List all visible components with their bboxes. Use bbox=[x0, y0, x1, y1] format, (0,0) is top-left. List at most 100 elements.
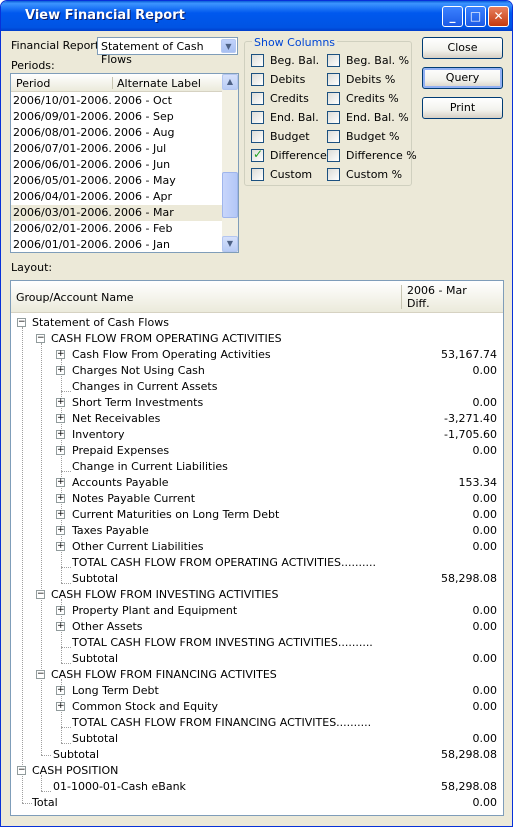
tree-row[interactable]: + Prepaid Expenses 0.00 bbox=[11, 443, 503, 459]
period-row[interactable]: 2006/04/01-2006... 2006 - Apr bbox=[11, 189, 223, 205]
expand-icon[interactable]: + bbox=[56, 446, 65, 455]
tree-row[interactable]: − CASH FLOW FROM FINANCING ACTIVITES bbox=[11, 667, 503, 683]
period-column-header[interactable]: Period bbox=[16, 77, 50, 90]
tree-row[interactable]: Total 0.00 bbox=[11, 795, 503, 811]
tree-row[interactable]: Subtotal 0.00 bbox=[11, 731, 503, 747]
tree-row[interactable]: 01-1000-01-Cash eBank 58,298.08 bbox=[11, 779, 503, 795]
minimize-icon[interactable]: _ bbox=[442, 6, 463, 27]
expand-icon[interactable]: + bbox=[56, 478, 65, 487]
periods-list[interactable]: Period Alternate Label 2006/10/01-2006..… bbox=[10, 73, 239, 253]
tree-row[interactable]: − CASH FLOW FROM OPERATING ACTIVITIES bbox=[11, 331, 503, 347]
collapse-icon[interactable]: − bbox=[36, 334, 45, 343]
expand-icon[interactable]: + bbox=[56, 526, 65, 535]
tree-row[interactable]: + Long Term Debt 0.00 bbox=[11, 683, 503, 699]
period-row[interactable]: 2006/07/01-2006... 2006 - Jul bbox=[11, 141, 223, 157]
expand-icon[interactable]: + bbox=[56, 542, 65, 551]
chevron-down-icon[interactable]: ▼ bbox=[221, 39, 236, 53]
tree-row[interactable]: TOTAL CASH FLOW FROM FINANCING ACTIVITES… bbox=[11, 715, 503, 731]
tree-row[interactable]: Subtotal 58,298.08 bbox=[11, 571, 503, 587]
expand-icon[interactable]: + bbox=[56, 622, 65, 631]
print-button[interactable]: Print bbox=[422, 97, 503, 119]
scroll-thumb[interactable] bbox=[222, 172, 238, 218]
period-row[interactable]: 2006/09/01-2006... 2006 - Sep bbox=[11, 109, 223, 125]
period-row[interactable]: 2006/06/01-2006... 2006 - Jun bbox=[11, 157, 223, 173]
period-row[interactable]: 2006/08/01-2006... 2006 - Aug bbox=[11, 125, 223, 141]
tree-row[interactable]: + Taxes Payable 0.00 bbox=[11, 523, 503, 539]
checkbox-box[interactable] bbox=[251, 73, 264, 86]
collapse-icon[interactable]: − bbox=[36, 590, 45, 599]
tree-row[interactable]: Change in Current Liabilities bbox=[11, 459, 503, 475]
layout-tree[interactable]: Group/Account Name 2006 - Mar Diff. − Sta… bbox=[10, 280, 504, 816]
tree-row[interactable]: Changes in Current Assets bbox=[11, 379, 503, 395]
tree-row[interactable]: + Common Stock and Equity 0.00 bbox=[11, 699, 503, 715]
checkbox-box[interactable] bbox=[251, 111, 264, 124]
period-row[interactable]: 2006/01/01-2006... 2006 - Jan bbox=[11, 237, 223, 252]
period-row[interactable]: 2006/05/01-2006... 2006 - May bbox=[11, 173, 223, 189]
checkbox-label: Debits % bbox=[346, 73, 396, 86]
expand-icon[interactable]: + bbox=[56, 494, 65, 503]
collapse-icon[interactable]: − bbox=[17, 766, 26, 775]
checkbox-label: Difference bbox=[270, 149, 327, 162]
tree-row[interactable]: Subtotal 58,298.08 bbox=[11, 747, 503, 763]
tree-row[interactable]: TOTAL CASH FLOW FROM OPERATING ACTIVITIE… bbox=[11, 555, 503, 571]
checkbox-box[interactable] bbox=[327, 149, 340, 162]
tree-row-value: -1,705.60 bbox=[444, 428, 497, 441]
tree-row[interactable]: TOTAL CASH FLOW FROM INVESTING ACTIVITIE… bbox=[11, 635, 503, 651]
checkbox-box[interactable] bbox=[327, 92, 340, 105]
checkbox-box[interactable] bbox=[327, 54, 340, 67]
checkbox-box[interactable] bbox=[327, 130, 340, 143]
period-cell: 2006/07/01-2006... bbox=[13, 142, 111, 155]
checkbox-box[interactable]: ✓ bbox=[251, 147, 264, 162]
checkbox-box[interactable] bbox=[251, 130, 264, 143]
expand-icon[interactable]: + bbox=[56, 350, 65, 359]
period-row[interactable]: 2006/10/01-2006... 2006 - Oct bbox=[11, 93, 223, 109]
scroll-up-icon[interactable]: ▲ bbox=[222, 74, 238, 90]
expand-icon[interactable]: + bbox=[56, 366, 65, 375]
title-bar[interactable]: View Financial Report _ □ ✕ bbox=[1, 1, 512, 31]
tree-row[interactable]: + Current Maturities on Long Term Debt 0.0… bbox=[11, 507, 503, 523]
checkbox-box[interactable] bbox=[251, 168, 264, 181]
tree-row[interactable]: + Other Assets 0.00 bbox=[11, 619, 503, 635]
scroll-down-icon[interactable]: ▼ bbox=[222, 236, 238, 252]
tree-row[interactable]: + Notes Payable Current 0.00 bbox=[11, 491, 503, 507]
expand-icon[interactable]: + bbox=[56, 686, 65, 695]
checkbox-box[interactable] bbox=[327, 111, 340, 124]
tree-row[interactable]: Subtotal 0.00 bbox=[11, 651, 503, 667]
query-button[interactable]: Query bbox=[422, 67, 503, 89]
period-column-header[interactable]: 2006 - Mar bbox=[407, 284, 467, 297]
collapse-icon[interactable]: − bbox=[36, 670, 45, 679]
tree-row[interactable]: + Cash Flow From Operating Activities 53,1… bbox=[11, 347, 503, 363]
tree-row-value: 58,298.08 bbox=[441, 780, 497, 793]
expand-icon[interactable]: + bbox=[56, 606, 65, 615]
tree-row[interactable]: + Inventory -1,705.60 bbox=[11, 427, 503, 443]
tree-row[interactable]: + Short Term Investments 0.00 bbox=[11, 395, 503, 411]
expand-icon[interactable]: + bbox=[56, 398, 65, 407]
checkbox-label: Budget bbox=[270, 130, 310, 143]
periods-scrollbar[interactable]: ▲ ▼ bbox=[222, 74, 238, 252]
expand-icon[interactable]: + bbox=[56, 510, 65, 519]
checkbox-box[interactable] bbox=[327, 168, 340, 181]
expand-icon[interactable]: + bbox=[56, 702, 65, 711]
tree-row[interactable]: − CASH POSITION bbox=[11, 763, 503, 779]
group-account-name-column-header[interactable]: Group/Account Name bbox=[16, 291, 134, 304]
tree-row[interactable]: − CASH FLOW FROM INVESTING ACTIVITIES bbox=[11, 587, 503, 603]
checkbox-box[interactable] bbox=[251, 92, 264, 105]
maximize-icon[interactable]: □ bbox=[465, 6, 486, 27]
tree-row[interactable]: − Statement of Cash Flows bbox=[11, 315, 503, 331]
close-icon[interactable]: ✕ bbox=[488, 6, 509, 27]
collapse-icon[interactable]: − bbox=[17, 318, 26, 327]
alternate-label-column-header[interactable]: Alternate Label bbox=[117, 77, 201, 90]
tree-row[interactable]: + Charges Not Using Cash 0.00 bbox=[11, 363, 503, 379]
tree-row[interactable]: + Net Receivables -3,271.40 bbox=[11, 411, 503, 427]
tree-row[interactable]: + Other Current Liabilities 0.00 bbox=[11, 539, 503, 555]
tree-row[interactable]: + Accounts Payable 153.34 bbox=[11, 475, 503, 491]
expand-icon[interactable]: + bbox=[56, 430, 65, 439]
period-row[interactable]: 2006/02/01-2006... 2006 - Feb bbox=[11, 221, 223, 237]
checkbox-box[interactable] bbox=[251, 54, 264, 67]
checkbox-box[interactable] bbox=[327, 73, 340, 86]
expand-icon[interactable]: + bbox=[56, 414, 65, 423]
close-button[interactable]: Close bbox=[422, 37, 503, 59]
tree-row[interactable]: + Property Plant and Equipment 0.00 bbox=[11, 603, 503, 619]
financial-report-select[interactable]: Statement of Cash Flows ▼ bbox=[97, 37, 238, 66]
period-row-selected[interactable]: 2006/03/01-2006... 2006 - Mar bbox=[11, 205, 223, 221]
